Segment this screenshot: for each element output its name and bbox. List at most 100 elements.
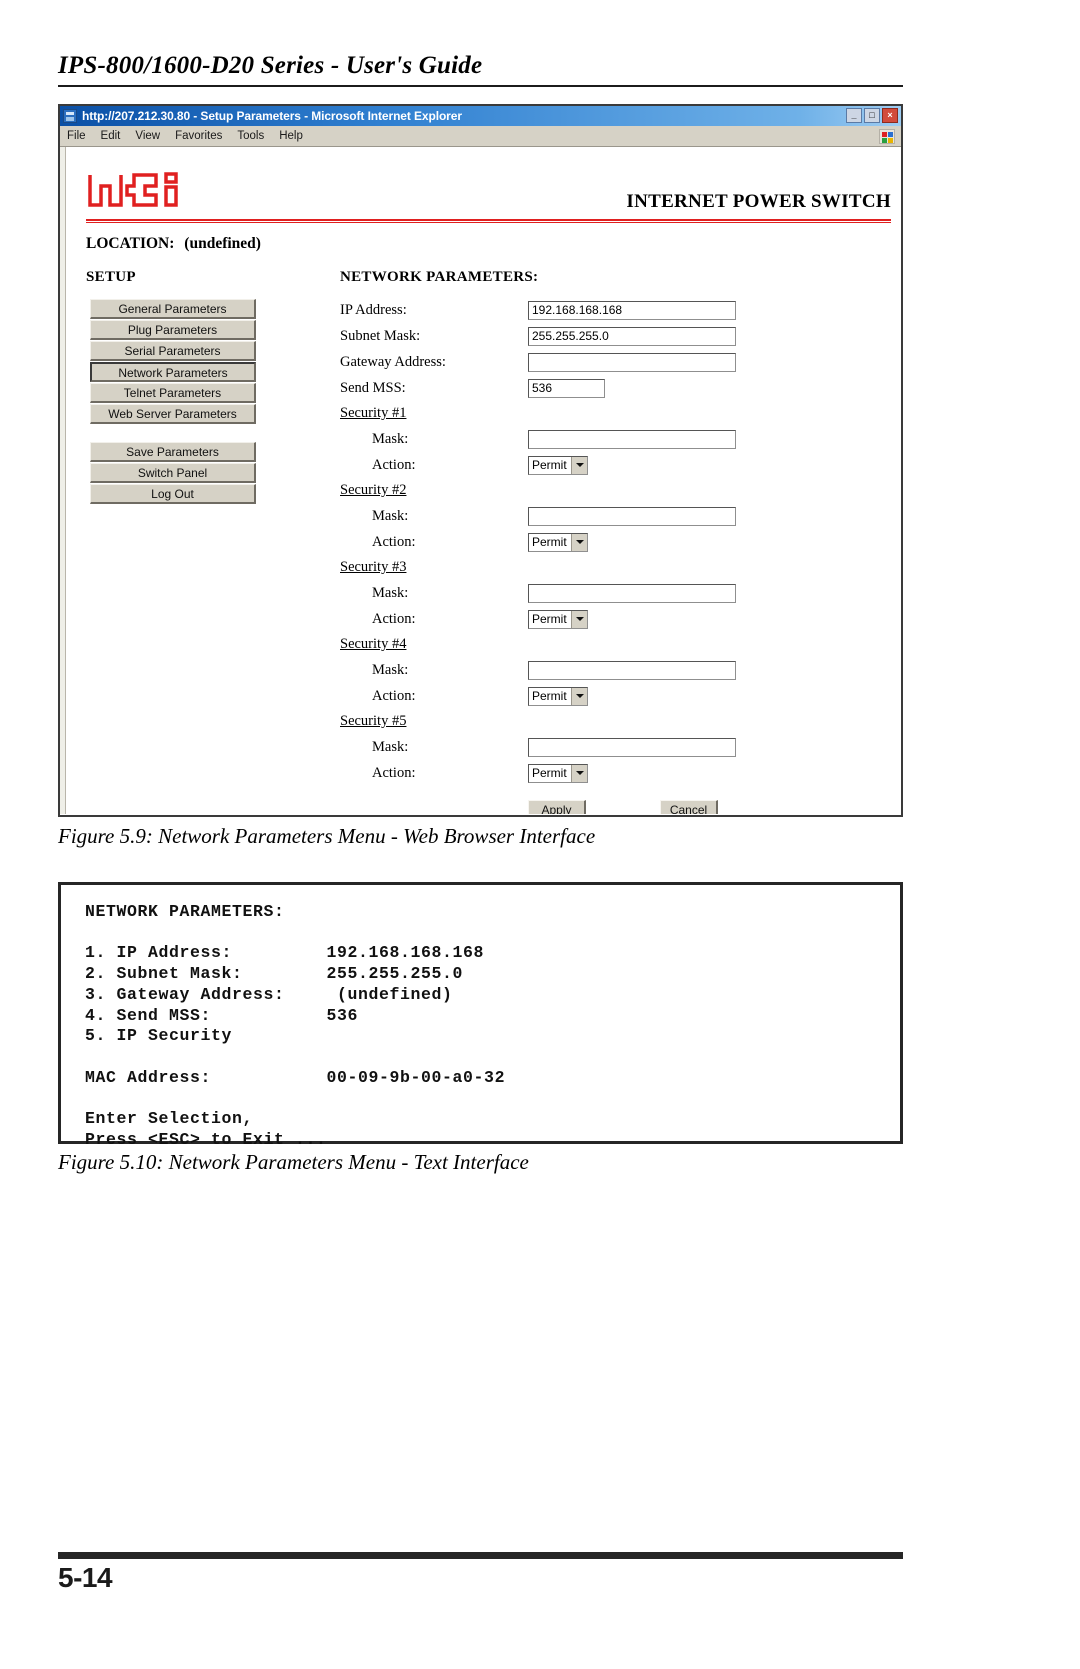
security-section-4-header: Security #4 xyxy=(340,632,887,657)
sidebar-item-save-parameters[interactable]: Save Parameters xyxy=(90,442,256,462)
page-header: IPS-800/1600-D20 Series - User's Guide xyxy=(58,52,903,87)
security-5-action-select[interactable]: Permit xyxy=(528,763,588,783)
chevron-down-icon[interactable] xyxy=(571,533,587,551)
security-3-mask-label: Mask: xyxy=(372,584,409,601)
ie-document-icon xyxy=(63,109,77,123)
security-5-action-row: Action: Permit xyxy=(340,760,887,786)
page-header-title: IPS-800/1600-D20 Series - User's Guide xyxy=(58,52,483,79)
security-5-heading[interactable]: Security #5 xyxy=(340,713,406,730)
ip-address-label: IP Address: xyxy=(340,301,407,318)
menu-item-favorites[interactable]: Favorites xyxy=(175,130,222,142)
text-interface-screenshot: NETWORK PARAMETERS: 1. IP Address: 192.1… xyxy=(58,882,903,1149)
content-left-gutter xyxy=(60,147,66,814)
security-1-mask-input[interactable] xyxy=(528,429,736,449)
figure-5-9-caption: Figure 5.9: Network Parameters Menu - We… xyxy=(58,824,596,848)
form-action-row: Apply Cancel xyxy=(340,800,887,814)
security-section-1-header: Security #1 xyxy=(340,401,887,426)
minimize-button[interactable]: _ xyxy=(846,108,862,123)
menu-item-file[interactable]: File xyxy=(67,130,86,142)
security-4-action-row: Action: Permit xyxy=(340,683,887,709)
sidebar-item-general-parameters[interactable]: General Parameters xyxy=(90,299,256,319)
security-3-action-label: Action: xyxy=(372,610,416,627)
field-row-gateway-address: Gateway Address: xyxy=(340,349,887,375)
security-2-action-row: Action: Permit xyxy=(340,529,887,555)
gateway-address-label: Gateway Address: xyxy=(340,353,446,370)
field-row-ip-address: IP Address: 192.168.168.168 xyxy=(340,297,887,323)
sidebar-item-switch-panel[interactable]: Switch Panel xyxy=(90,463,256,483)
security-5-action-value: Permit xyxy=(532,766,567,780)
sidebar-nav-primary: General Parameters Plug Parameters Seria… xyxy=(90,299,256,425)
security-4-mask-label: Mask: xyxy=(372,661,409,678)
security-4-heading[interactable]: Security #4 xyxy=(340,636,406,653)
browser-menu-bar: File Edit View Favorites Tools Help xyxy=(60,126,901,147)
text-interface-content: NETWORK PARAMETERS: 1. IP Address: 192.1… xyxy=(85,902,506,1149)
brand-divider-line xyxy=(86,219,891,223)
security-3-action-row: Action: Permit xyxy=(340,606,887,632)
browser-title-text: http://207.212.30.80 - Setup Parameters … xyxy=(82,109,462,123)
send-mss-input[interactable]: 536 xyxy=(528,378,605,398)
form-title: NETWORK PARAMETERS: xyxy=(340,269,539,285)
field-row-subnet-mask: Subnet Mask: 255.255.255.0 xyxy=(340,323,887,349)
security-1-action-value: Permit xyxy=(532,458,567,472)
page-number: 5-14 xyxy=(58,1562,113,1593)
gateway-address-input[interactable] xyxy=(528,352,736,372)
security-2-action-value: Permit xyxy=(532,535,567,549)
setup-heading: SETUP xyxy=(86,269,136,285)
security-2-mask-input[interactable] xyxy=(528,506,736,526)
security-1-heading[interactable]: Security #1 xyxy=(340,405,406,422)
security-1-action-label: Action: xyxy=(372,456,416,473)
security-5-mask-input[interactable] xyxy=(528,737,736,757)
security-3-mask-row: Mask: xyxy=(340,580,887,606)
sidebar-item-log-out[interactable]: Log Out xyxy=(90,484,256,504)
menu-item-edit[interactable]: Edit xyxy=(101,130,121,142)
maximize-button[interactable]: □ xyxy=(864,108,880,123)
page-header-rule xyxy=(58,85,903,87)
location-line: LOCATION: (undefined) xyxy=(86,235,261,253)
sidebar-item-telnet-parameters[interactable]: Telnet Parameters xyxy=(90,383,256,403)
menu-item-tools[interactable]: Tools xyxy=(237,130,264,142)
chevron-down-icon[interactable] xyxy=(571,456,587,474)
chevron-down-icon[interactable] xyxy=(571,687,587,705)
browser-title-bar: http://207.212.30.80 - Setup Parameters … xyxy=(60,106,901,126)
security-section-3-header: Security #3 xyxy=(340,555,887,580)
sidebar-item-network-parameters[interactable]: Network Parameters xyxy=(90,362,256,382)
sidebar-item-web-server-parameters[interactable]: Web Server Parameters xyxy=(90,404,256,424)
security-4-action-label: Action: xyxy=(372,687,416,704)
location-label: LOCATION: xyxy=(86,235,175,252)
browser-content-area: INTERNET POWER SWITCH LOCATION: (undefin… xyxy=(60,147,901,814)
security-3-mask-input[interactable] xyxy=(528,583,736,603)
browser-window-screenshot: http://207.212.30.80 - Setup Parameters … xyxy=(58,104,903,817)
subnet-mask-input[interactable]: 255.255.255.0 xyxy=(528,326,736,346)
security-2-heading[interactable]: Security #2 xyxy=(340,482,406,499)
security-1-mask-row: Mask: xyxy=(340,426,887,452)
security-4-mask-input[interactable] xyxy=(528,660,736,680)
security-1-action-row: Action: Permit xyxy=(340,452,887,478)
sidebar-item-serial-parameters[interactable]: Serial Parameters xyxy=(90,341,256,361)
subnet-mask-label: Subnet Mask: xyxy=(340,327,421,344)
sidebar-nav-secondary: Save Parameters Switch Panel Log Out xyxy=(90,442,256,505)
cancel-button[interactable]: Cancel xyxy=(660,800,718,814)
security-section-2-header: Security #2 xyxy=(340,478,887,503)
security-2-mask-row: Mask: xyxy=(340,503,887,529)
window-controls: _ □ × xyxy=(846,108,898,123)
security-1-action-select[interactable]: Permit xyxy=(528,455,588,475)
security-3-action-select[interactable]: Permit xyxy=(528,609,588,629)
security-3-heading[interactable]: Security #3 xyxy=(340,559,406,576)
security-4-action-select[interactable]: Permit xyxy=(528,686,588,706)
menu-item-view[interactable]: View xyxy=(135,130,160,142)
ip-address-input[interactable]: 192.168.168.168 xyxy=(528,300,736,320)
sidebar-item-plug-parameters[interactable]: Plug Parameters xyxy=(90,320,256,340)
wti-logo-icon xyxy=(86,169,196,211)
security-4-mask-row: Mask: xyxy=(340,657,887,683)
security-2-action-select[interactable]: Permit xyxy=(528,532,588,552)
security-2-mask-label: Mask: xyxy=(372,507,409,524)
security-5-mask-label: Mask: xyxy=(372,738,409,755)
security-5-mask-row: Mask: xyxy=(340,734,887,760)
apply-button[interactable]: Apply xyxy=(528,800,586,814)
security-5-action-label: Action: xyxy=(372,764,416,781)
chevron-down-icon[interactable] xyxy=(571,764,587,782)
chevron-down-icon[interactable] xyxy=(571,610,587,628)
menu-item-help[interactable]: Help xyxy=(279,130,303,142)
security-2-action-label: Action: xyxy=(372,533,416,550)
close-button[interactable]: × xyxy=(882,108,898,123)
